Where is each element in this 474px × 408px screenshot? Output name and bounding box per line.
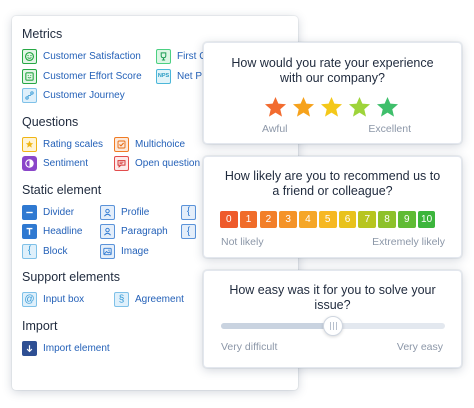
nps-option-8[interactable]: 8	[378, 211, 396, 228]
trophy-icon	[156, 49, 171, 65]
palette-item-image[interactable]: Image	[100, 242, 181, 262]
star-icon[interactable]	[376, 96, 399, 118]
sentiment-icon	[22, 156, 37, 172]
palette-item-label: Block	[43, 245, 68, 257]
rating-question-card[interactable]: How would you rate your experience with …	[203, 42, 462, 144]
min-label: Very difficult	[221, 341, 278, 353]
min-label: Not likely	[221, 236, 264, 248]
block-icon: {	[22, 243, 37, 259]
palette-item-profile[interactable]: Profile	[100, 203, 181, 223]
palette-item-label: Profile	[121, 206, 150, 218]
star-icon[interactable]	[264, 96, 287, 118]
palette-item-headline[interactable]: Headline	[22, 222, 100, 242]
profile-icon	[100, 204, 115, 220]
palette-item-label: Rating scales	[43, 138, 104, 150]
palette-item-label: Customer Journey	[43, 90, 125, 102]
headline-icon	[22, 224, 37, 240]
star-icon[interactable]	[292, 96, 315, 118]
slider-fill	[221, 323, 333, 329]
max-label: Extremely likely	[372, 236, 445, 248]
import-icon	[22, 340, 37, 356]
nps-option-4[interactable]: 4	[299, 211, 317, 228]
palette-item-customer-effort-score[interactable]: Customer Effort Score	[22, 67, 156, 87]
section-icon: §	[114, 292, 129, 308]
palette-item-block[interactable]: { Block	[22, 242, 100, 262]
image-icon	[100, 243, 115, 259]
palette-item-customer-journey[interactable]: Customer Journey	[22, 86, 156, 106]
palette-item-label: Customer Satisfaction	[43, 51, 141, 63]
effort-slider[interactable]	[221, 316, 445, 336]
nps-option-3[interactable]: 3	[279, 211, 297, 228]
palette-item-sentiment[interactable]: Sentiment	[22, 154, 114, 174]
min-label: Awful	[262, 123, 288, 135]
question-text: How likely are you to recommend us to a …	[224, 169, 441, 198]
slider-handle[interactable]	[323, 316, 343, 336]
star-icon	[22, 136, 37, 152]
palette-item-paragraph[interactable]: Paragraph	[100, 222, 181, 242]
palette-item-import-element[interactable]: Import element	[22, 339, 222, 359]
nps-option-2[interactable]: 2	[259, 211, 278, 228]
divider-icon	[22, 204, 37, 220]
checkbox-icon	[114, 136, 129, 152]
palette-item-input-box[interactable]: @ Input box	[22, 290, 114, 310]
nps-option-6[interactable]: 6	[338, 211, 357, 228]
nps-option-5[interactable]: 5	[318, 211, 337, 228]
smile-icon	[22, 49, 37, 65]
palette-item-label: Headline	[43, 226, 83, 238]
section-title: Metrics	[22, 27, 63, 41]
journey-icon	[22, 88, 37, 104]
nps-scale[interactable]: 0 1 2 3 4 5 6 7 8 9 10	[220, 211, 436, 228]
palette-item-label: Agreement	[135, 294, 184, 306]
nps-option-1[interactable]: 1	[239, 211, 258, 228]
star-icon[interactable]	[348, 96, 371, 118]
chat-icon	[114, 156, 129, 172]
nps-option-9[interactable]: 9	[398, 211, 416, 228]
palette-item-label: Image	[121, 245, 149, 257]
at-icon: @	[22, 292, 37, 308]
nps-option-10[interactable]: 10	[417, 211, 436, 228]
palette-item-label: Customer Effort Score	[43, 70, 142, 82]
brace-icon: {	[181, 224, 196, 240]
question-text: How easy was it for you to solve your is…	[229, 283, 436, 312]
palette-item-customer-satisfaction[interactable]: Customer Satisfaction	[22, 47, 156, 67]
max-label: Very easy	[396, 341, 443, 353]
star-rating[interactable]	[264, 96, 399, 118]
nps-option-0[interactable]: 0	[220, 211, 238, 228]
palette-item-rating-scales[interactable]: Rating scales	[22, 135, 114, 155]
palette-item-label: Import element	[43, 342, 110, 354]
paragraph-icon	[100, 224, 115, 240]
brace-icon: {	[181, 204, 196, 220]
max-label: Excellent	[368, 123, 411, 135]
star-icon[interactable]	[320, 96, 343, 118]
palette-item-label: Sentiment	[43, 158, 89, 170]
nps-option-7[interactable]: 7	[358, 211, 377, 228]
nps-icon: NPS	[156, 68, 171, 84]
nps-question-card[interactable]: How likely are you to recommend us to a …	[203, 156, 462, 258]
palette-item-label: Net P	[177, 70, 203, 82]
palette-item-label: Multichoice	[135, 138, 186, 150]
palette-item-divider[interactable]: Divider	[22, 203, 100, 223]
question-text: How would you rate your experience with …	[231, 56, 434, 85]
palette-item-label: Input box	[43, 294, 85, 306]
palette-item-label: Open question	[135, 158, 201, 170]
smile-box-icon	[22, 68, 37, 84]
effort-question-card[interactable]: How easy was it for you to solve your is…	[203, 270, 462, 368]
palette-item-label: Paragraph	[121, 226, 168, 238]
palette-item-label: Divider	[43, 206, 75, 218]
